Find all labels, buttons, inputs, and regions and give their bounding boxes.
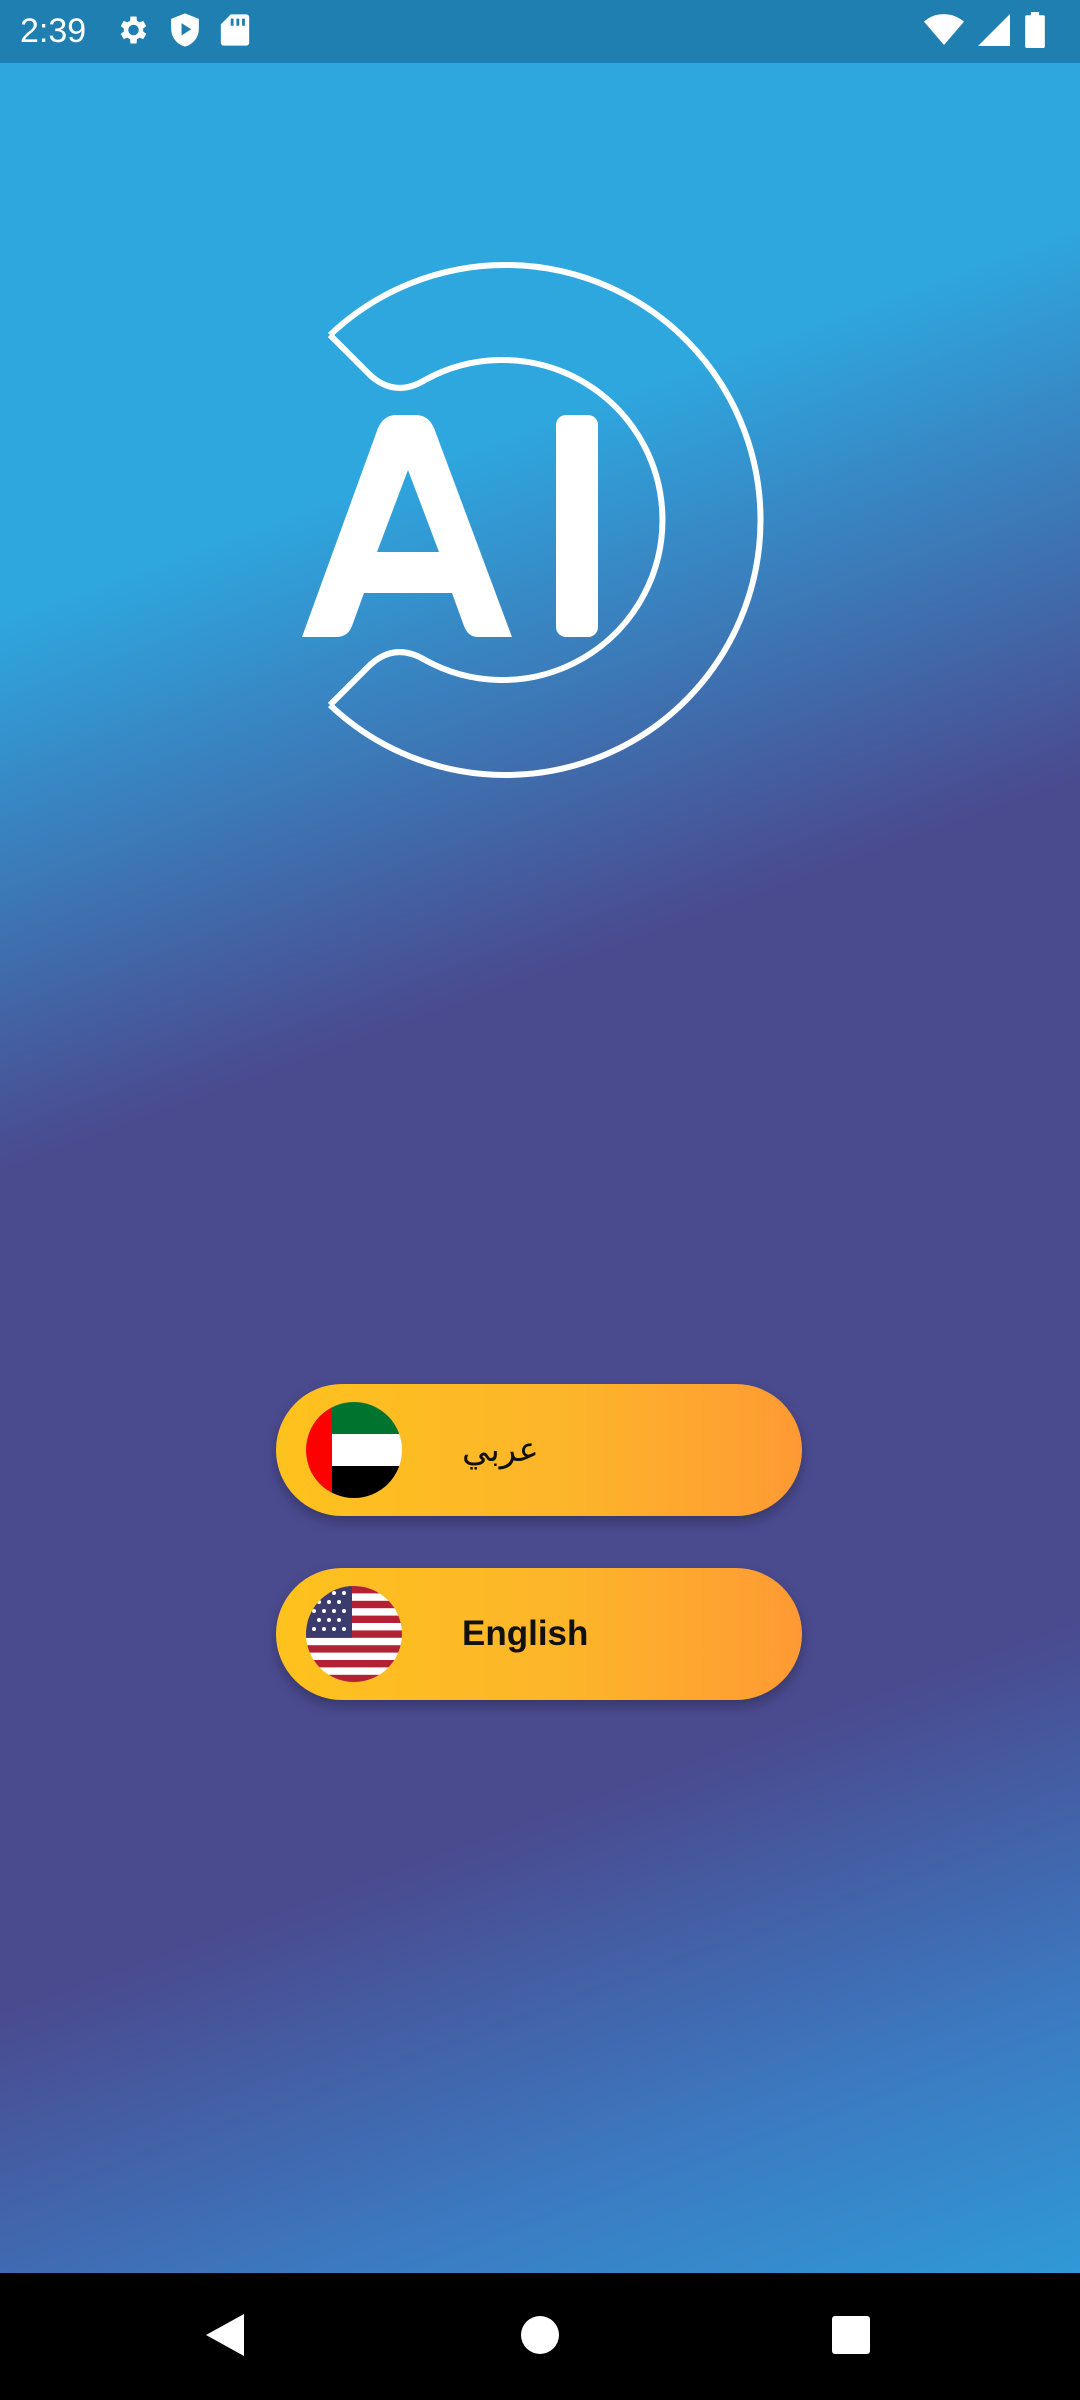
home-button[interactable]: [480, 2273, 600, 2400]
language-selection-screen: 2:39 عربي English: [0, 0, 1080, 2400]
arabic-language-button[interactable]: عربي: [276, 1384, 802, 1516]
status-time: 2:39: [20, 12, 87, 50]
cellular-signal-icon: [978, 13, 1010, 50]
gear-icon: [114, 12, 150, 52]
status-system-icons: [924, 0, 1046, 63]
logo-letter-a: [302, 415, 512, 637]
uae-flag-icon: [306, 1402, 402, 1498]
english-language-label: English: [462, 1614, 589, 1653]
english-language-button[interactable]: English: [276, 1568, 802, 1700]
us-flag-icon: [306, 1586, 402, 1682]
back-button[interactable]: [165, 2273, 285, 2400]
status-notification-icons: [114, 12, 250, 52]
back-icon: [204, 2312, 246, 2362]
home-icon: [520, 2315, 560, 2359]
shield-play-icon: [168, 12, 202, 52]
arabic-language-label: عربي: [462, 1430, 539, 1470]
sd-card-icon: [220, 13, 250, 51]
app-logo: [290, 255, 790, 795]
status-bar: 2:39: [0, 0, 1080, 63]
recents-button[interactable]: [791, 2273, 911, 2400]
wifi-icon: [924, 13, 964, 51]
navigation-bar: [0, 2273, 1080, 2400]
recents-icon: [831, 2315, 871, 2359]
logo-letter-i: [556, 415, 598, 637]
battery-icon: [1024, 11, 1046, 52]
